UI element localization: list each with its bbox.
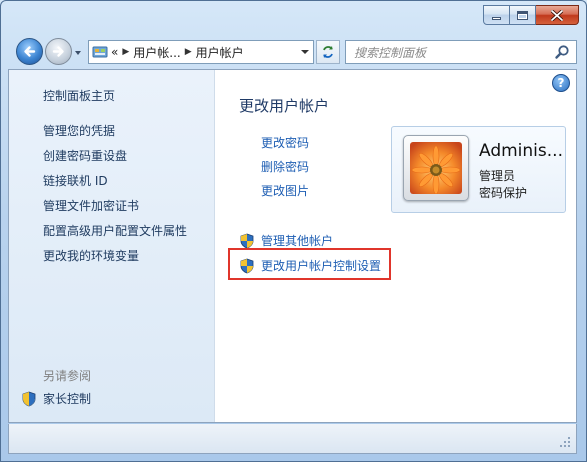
refresh-button[interactable] xyxy=(316,40,340,64)
search-box[interactable]: 搜索控制面板 xyxy=(345,40,577,64)
uac-shield-icon xyxy=(22,391,36,406)
close-button[interactable] xyxy=(536,5,579,25)
change-picture-link[interactable]: 更改图片 xyxy=(261,182,309,199)
change-password-link[interactable]: 更改密码 xyxy=(261,134,309,151)
navigation-bar: « ▶ 用户帐... ▶ 用户帐户 搜索控制面板 xyxy=(14,36,581,66)
status-bar xyxy=(8,424,577,454)
maximize-button[interactable] xyxy=(510,5,536,25)
sidebar-item-parental-controls[interactable]: 家长控制 xyxy=(21,390,91,407)
sidebar-item-control-panel-home[interactable]: 控制面板主页 xyxy=(43,87,115,104)
sidebar: 控制面板主页 管理您的凭据 创建密码重设盘 链接联机 ID 管理文件加密证书 配… xyxy=(9,70,215,422)
minimize-icon xyxy=(492,17,501,20)
manage-other-accounts-link[interactable]: 管理其他帐户 xyxy=(239,232,333,249)
sidebar-item-link-online-id[interactable]: 链接联机 ID xyxy=(43,172,108,189)
search-input[interactable]: 搜索控制面板 xyxy=(346,44,554,61)
user-account-card: Adminis... 管理员 密码保护 xyxy=(391,126,566,213)
breadcrumb-separator: ▶ xyxy=(184,47,192,57)
avatar[interactable] xyxy=(403,135,469,201)
sidebar-item-label: 家长控制 xyxy=(43,392,92,406)
sidebar-item-file-encryption-certificates[interactable]: 管理文件加密证书 xyxy=(43,197,139,214)
link-label: 管理其他帐户 xyxy=(261,234,334,248)
sidebar-item-advanced-profile-properties[interactable]: 配置高级用户配置文件属性 xyxy=(43,222,187,239)
sidebar-item-password-reset-disk[interactable]: 创建密码重设盘 xyxy=(43,147,127,164)
forward-button[interactable] xyxy=(45,38,72,65)
help-button[interactable]: ? xyxy=(552,74,570,92)
control-panel-icon xyxy=(92,46,108,58)
recent-pages-dropdown-icon[interactable] xyxy=(74,49,82,57)
minimize-button[interactable] xyxy=(483,5,510,25)
breadcrumb-separator: ▶ xyxy=(122,47,130,57)
maximize-icon xyxy=(517,10,528,20)
refresh-icon xyxy=(323,46,333,58)
highlight-box xyxy=(228,248,391,280)
sidebar-item-manage-credentials[interactable]: 管理您的凭据 xyxy=(43,122,115,139)
forward-arrow-icon xyxy=(52,46,64,57)
page-title: 更改用户帐户 xyxy=(239,97,330,115)
address-bar[interactable]: « ▶ 用户帐... ▶ 用户帐户 xyxy=(88,40,314,64)
remove-password-link[interactable]: 删除密码 xyxy=(261,158,309,175)
breadcrumb-overflow[interactable]: « xyxy=(111,45,118,59)
close-icon xyxy=(551,9,563,21)
see-also-heading: 另请参阅 xyxy=(43,369,92,383)
address-dropdown-icon[interactable] xyxy=(301,50,309,54)
user-role: 管理员 xyxy=(479,169,516,183)
sidebar-item-environment-variables[interactable]: 更改我的环境变量 xyxy=(43,247,139,264)
flower-avatar-icon xyxy=(410,142,462,194)
back-arrow-icon xyxy=(24,46,36,57)
breadcrumb-user-accounts[interactable]: 用户帐户 xyxy=(196,44,244,61)
caption-buttons xyxy=(483,5,579,25)
search-icon[interactable] xyxy=(554,44,570,60)
password-status: 密码保护 xyxy=(479,186,528,200)
breadcrumb-user-accounts-family[interactable]: 用户帐... xyxy=(133,44,180,61)
resize-grip-icon[interactable] xyxy=(560,437,571,448)
uac-shield-icon xyxy=(240,233,254,248)
content-area: 控制面板主页 管理您的凭据 创建密码重设盘 链接联机 ID 管理文件加密证书 配… xyxy=(8,69,577,423)
user-name: Adminis... xyxy=(479,141,563,161)
back-button[interactable] xyxy=(16,38,43,65)
